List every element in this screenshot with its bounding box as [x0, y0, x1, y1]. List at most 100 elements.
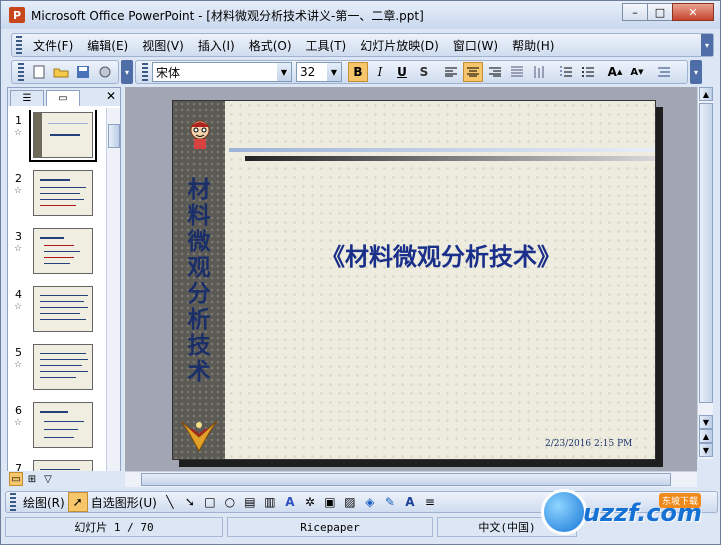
underline-button[interactable]: U [392, 62, 412, 82]
animation-star-icon: ☆ [14, 302, 23, 312]
fill-color-icon[interactable]: ◈ [360, 492, 380, 512]
cartoon-mascot-icon [190, 120, 210, 149]
clipart-icon[interactable]: ▣ [320, 492, 340, 512]
outline-tab[interactable]: ☰ [10, 90, 44, 106]
slide-number: 5 [15, 346, 22, 359]
increase-font-icon[interactable]: A ▲ [605, 62, 625, 82]
chevron-down-icon[interactable]: ▼ [277, 63, 291, 81]
wordart-icon[interactable]: A [280, 492, 300, 512]
picture-icon[interactable]: ▨ [340, 492, 360, 512]
scrollbar-thumb[interactable] [108, 124, 120, 148]
toolbar-options-icon[interactable]: ▾ [121, 60, 133, 84]
chevron-down-icon[interactable]: ▼ [327, 63, 341, 81]
slide-canvas[interactable]: 材料微观分析技术 《材料微观分析技术》 2/23/2016 2:15 PM [172, 100, 656, 460]
textbox-icon[interactable]: ▤ [240, 492, 260, 512]
font-color-icon[interactable]: A [400, 492, 420, 512]
justify-icon[interactable] [507, 62, 527, 82]
bullets-icon[interactable] [578, 62, 598, 82]
autoshapes-button[interactable]: 自选图形(U) [88, 492, 160, 512]
menu-format[interactable]: 格式(O) [242, 35, 299, 56]
rectangle-icon[interactable]: □ [200, 492, 220, 512]
design-icon[interactable] [654, 62, 674, 82]
line-icon[interactable]: ╲ [160, 492, 180, 512]
next-slide-icon[interactable]: ▼ [699, 443, 713, 457]
thumbnail-image[interactable] [33, 402, 93, 448]
draw-menu-button[interactable]: 绘图(R) [20, 492, 68, 512]
thumbnail-image[interactable] [33, 344, 93, 390]
align-left-icon[interactable] [441, 62, 461, 82]
close-icon[interactable]: ✕ [106, 89, 116, 103]
toolbar-options-icon[interactable]: ▾ [690, 60, 702, 84]
arrow-icon[interactable]: ➘ [180, 492, 200, 512]
horizontal-scrollbar[interactable] [125, 471, 697, 487]
font-size-value: 32 [300, 65, 316, 79]
slide-thumbnail[interactable]: 4 ☆ [8, 284, 106, 340]
toolbar-grip[interactable] [142, 63, 148, 81]
slide-thumbnail[interactable]: 1 ☆ [8, 110, 106, 166]
menu-slideshow[interactable]: 幻灯片放映(D) [353, 35, 446, 56]
menu-insert[interactable]: 插入(I) [191, 35, 242, 56]
font-name-select[interactable]: 宋体 ▼ [152, 62, 292, 82]
slide-editing-area: 材料微观分析技术 《材料微观分析技术》 2/23/2016 2:15 PM [125, 87, 697, 487]
scroll-down-icon[interactable]: ▼ [699, 415, 713, 429]
menu-window[interactable]: 窗口(W) [446, 35, 505, 56]
slide-title[interactable]: 《材料微观分析技术》 [225, 237, 655, 272]
scrollbar-thumb[interactable] [699, 103, 713, 403]
thumbnail-list: 1 ☆ 2 ☆ 3 ☆ 4 ☆ 5 ☆ 6 ☆ 7 [8, 110, 106, 482]
maximize-button[interactable]: □ [647, 3, 673, 21]
slideshow-icon[interactable]: ▽ [41, 472, 55, 486]
thumbnail-scrollbar[interactable] [106, 108, 120, 484]
menubar-options-icon[interactable]: ▾ [701, 34, 713, 56]
new-icon[interactable] [29, 62, 49, 82]
thumbnail-image[interactable] [33, 228, 93, 274]
thumbnail-image[interactable] [33, 170, 93, 216]
open-folder-icon[interactable] [51, 62, 71, 82]
normal-view-icon[interactable]: ▭ [9, 472, 23, 486]
align-right-icon[interactable] [485, 62, 505, 82]
slide-thumbnail[interactable]: 2 ☆ [8, 168, 106, 224]
align-center-icon[interactable] [463, 62, 483, 82]
line-color-icon[interactable]: ✎ [380, 492, 400, 512]
menubar-grip[interactable] [16, 36, 22, 54]
shadow-button[interactable]: S [414, 62, 434, 82]
vertical-textbox-icon[interactable]: ▥ [260, 492, 280, 512]
font-size-select[interactable]: 32 ▼ [296, 62, 342, 82]
save-icon[interactable] [73, 62, 93, 82]
line-style-icon[interactable]: ≡ [420, 492, 440, 512]
decorative-line [245, 156, 655, 161]
thumbnail-image[interactable] [29, 110, 97, 162]
slide-sorter-icon[interactable]: ⊞ [25, 472, 39, 486]
slide-date: 2/23/2016 2:15 PM [545, 439, 633, 449]
menu-help[interactable]: 帮助(H) [505, 35, 561, 56]
numbering-icon[interactable] [556, 62, 576, 82]
toolbar-grip[interactable] [18, 63, 24, 81]
menu-tools[interactable]: 工具(T) [299, 35, 354, 56]
slide-thumbnail[interactable]: 5 ☆ [8, 342, 106, 398]
oval-icon[interactable]: ○ [220, 492, 240, 512]
slide-position: 幻灯片 1 / 70 [5, 517, 223, 537]
italic-button[interactable]: I [370, 62, 390, 82]
diagram-icon[interactable]: ✲ [300, 492, 320, 512]
menu-view[interactable]: 视图(V) [135, 35, 191, 56]
minimize-button[interactable]: – [622, 3, 648, 21]
close-button[interactable]: ✕ [672, 3, 714, 21]
menu-edit[interactable]: 编辑(E) [80, 35, 135, 56]
scroll-up-icon[interactable]: ▲ [699, 87, 713, 101]
permission-icon[interactable] [95, 62, 115, 82]
menu-file[interactable]: 文件(F) [26, 35, 80, 56]
scrollbar-thumb[interactable] [141, 473, 671, 486]
previous-slide-icon[interactable]: ▲ [699, 429, 713, 443]
design-template-name: Ricepaper [227, 517, 433, 537]
site-watermark: uzzf.com 东坡下载 [541, 487, 721, 539]
slide-vertical-scrollbar[interactable]: ▲ ▼ ▲ ▼ [697, 87, 713, 459]
distribute-icon[interactable] [529, 62, 549, 82]
slide-thumbnail[interactable]: 3 ☆ [8, 226, 106, 282]
select-cursor-icon[interactable]: ➚ [67, 492, 88, 512]
decrease-font-icon[interactable]: A ▼ [627, 62, 647, 82]
toolbar-grip[interactable] [10, 493, 16, 511]
slide-thumbnail[interactable]: 6 ☆ [8, 400, 106, 456]
animation-star-icon: ☆ [14, 244, 23, 254]
bold-button[interactable]: B [348, 62, 368, 82]
thumbnail-image[interactable] [33, 286, 93, 332]
slides-tab[interactable]: ▭ [46, 90, 80, 106]
